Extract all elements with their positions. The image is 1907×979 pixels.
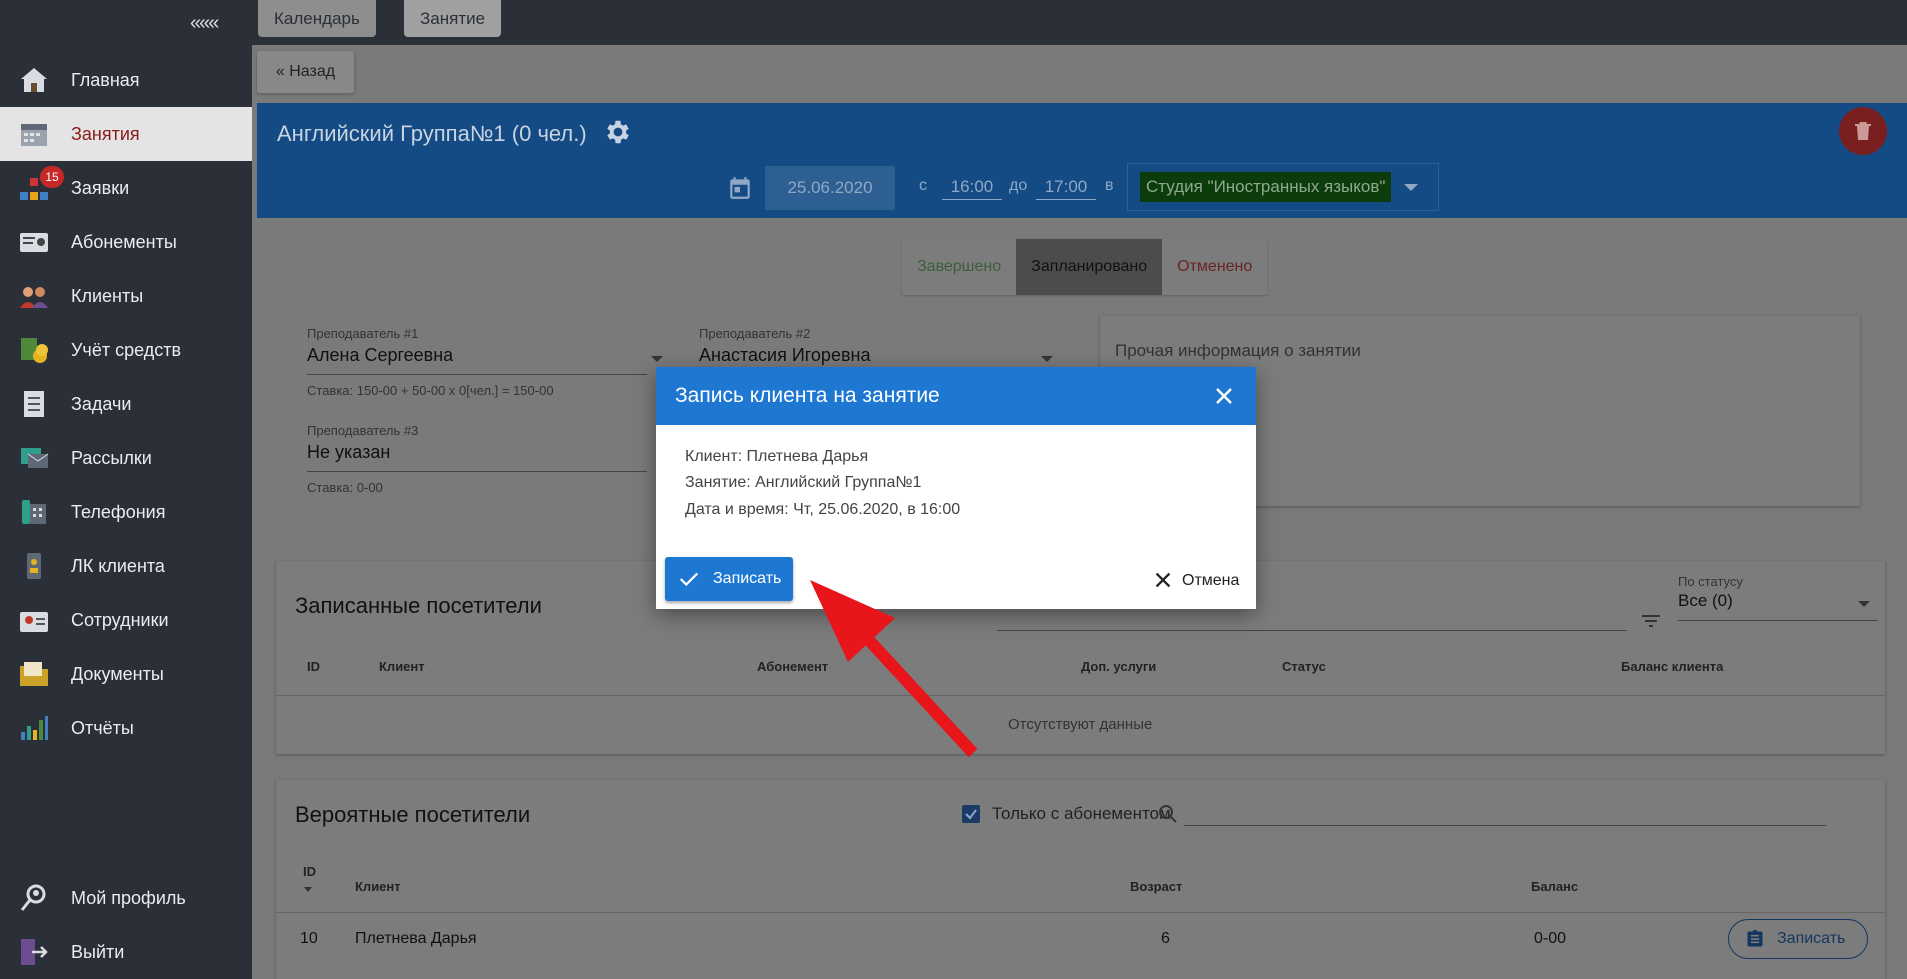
confirm-enroll-button[interactable]: Записать — [665, 557, 793, 601]
tasks-icon — [24, 391, 44, 417]
time-from-field[interactable]: 16:00 — [942, 177, 1002, 200]
column-header[interactable]: Клиент — [379, 659, 425, 674]
sidebar: ««« Главная Занятия 15 Заявки Абонементы… — [0, 0, 252, 979]
chevron-down-icon — [1858, 601, 1870, 607]
status-done-button[interactable]: Завершено — [902, 239, 1016, 295]
clients-icon — [20, 287, 48, 308]
back-button[interactable]: « Назад — [257, 51, 354, 93]
sidebar-item-lessons[interactable]: Занятия — [0, 107, 252, 161]
documents-icon — [20, 662, 48, 686]
sort-down-icon[interactable] — [304, 887, 312, 892]
close-icon — [1155, 572, 1171, 588]
dialog-header: Запись клиента на занятие — [656, 367, 1256, 425]
phone-icon — [22, 500, 46, 524]
trash-icon — [1855, 122, 1871, 140]
column-header[interactable]: Клиент — [355, 879, 401, 894]
money-icon — [21, 338, 48, 363]
clipboard-icon — [1747, 929, 1763, 947]
sidebar-item-documents[interactable]: Документы — [0, 647, 252, 701]
collapse-sidebar-button[interactable]: ««« — [190, 12, 219, 35]
enroll-client-dialog: Запись клиента на занятие Клиент: Плетне… — [656, 367, 1256, 609]
profile-icon — [20, 884, 46, 911]
calendar-icon — [730, 177, 750, 199]
requests-count-badge: 15 — [40, 166, 64, 188]
column-header[interactable]: Абонемент — [757, 659, 828, 674]
column-header[interactable]: Баланс клиента — [1621, 659, 1723, 674]
column-header[interactable]: Баланс — [1531, 879, 1578, 894]
calendar-icon — [21, 124, 47, 146]
filter-icon[interactable] — [1639, 609, 1663, 633]
checkmark-icon — [679, 572, 699, 587]
sidebar-item-finance[interactable]: Учёт средств — [0, 323, 252, 377]
only-with-subscription-label: Только с абонементом — [992, 804, 1171, 823]
sidebar-item-logout[interactable]: Выйти — [0, 925, 252, 979]
logout-icon — [21, 939, 48, 965]
dialog-title: Запись клиента на занятие — [675, 384, 940, 407]
search-input[interactable] — [997, 630, 1627, 631]
sidebar-item-telephony[interactable]: Телефония — [0, 485, 252, 539]
top-bar: Календарь Занятие — [252, 0, 1907, 45]
date-field[interactable]: 25.06.2020 — [765, 166, 895, 210]
cancel-button[interactable]: Отмена — [1146, 563, 1246, 597]
delete-lesson-button[interactable] — [1839, 107, 1887, 155]
studio-value: Студия "Иностранных языков" — [1140, 172, 1392, 202]
registered-visitors-title: Записанные посетители — [295, 593, 542, 618]
sidebar-item-clients[interactable]: Клиенты — [0, 269, 252, 323]
sidebar-item-subscriptions[interactable]: Абонементы — [0, 215, 252, 269]
breadcrumb-lesson: Занятие — [404, 0, 502, 37]
sidebar-item-my-profile[interactable]: Мой профиль — [0, 871, 252, 925]
lesson-header: Английский Группа№1 (0 чел.) 25.06.2020 … — [257, 103, 1907, 218]
home-icon — [21, 68, 47, 92]
probable-visitors-title: Вероятные посетители — [295, 802, 531, 827]
search-input[interactable] — [1184, 825, 1826, 826]
studio-select[interactable]: Студия "Иностранных языков" — [1127, 163, 1439, 211]
sidebar-item-client-account[interactable]: ЛК клиента — [0, 539, 252, 593]
staff-icon — [20, 612, 48, 632]
chevron-down-icon — [1041, 356, 1053, 362]
sidebar-item-staff[interactable]: Сотрудники — [0, 593, 252, 647]
subscription-card-icon — [20, 233, 48, 252]
from-label: с — [919, 177, 927, 194]
dialog-datetime-line: Дата и время: Чт, 25.06.2020, в 16:00 — [685, 501, 961, 518]
only-with-subscription-checkbox[interactable] — [962, 805, 980, 823]
reports-icon — [21, 716, 48, 740]
status-planned-button[interactable]: Запланировано — [1016, 239, 1163, 295]
in-label: в — [1105, 177, 1114, 194]
column-header[interactable]: ID — [307, 659, 320, 674]
search-icon — [1159, 805, 1177, 823]
divider — [276, 912, 1885, 913]
teacher-1-select[interactable]: Преподаватель #1 Алена Сергеевна Ставка:… — [307, 326, 647, 398]
status-toggle: Завершено Запланировано Отменено — [902, 239, 1268, 295]
to-label: до — [1009, 177, 1028, 194]
column-header[interactable]: Возраст — [1130, 879, 1182, 894]
close-icon[interactable] — [1212, 384, 1236, 408]
column-header[interactable]: ID — [303, 864, 316, 879]
column-header[interactable]: Статус — [1282, 659, 1326, 674]
empty-table-message: Отсутствуют данные — [1008, 716, 1153, 733]
sidebar-item-reports[interactable]: Отчёты — [0, 701, 252, 755]
gear-icon[interactable] — [603, 117, 633, 147]
chevron-down-icon — [651, 356, 663, 362]
client-account-icon — [27, 553, 41, 579]
time-to-field[interactable]: 17:00 — [1036, 177, 1096, 200]
breadcrumb-calendar[interactable]: Календарь — [258, 0, 376, 37]
enroll-row-button[interactable]: Записать — [1728, 919, 1868, 959]
status-filter-select[interactable]: Все (0) — [1678, 591, 1878, 621]
divider — [276, 695, 1885, 696]
sidebar-item-requests[interactable]: 15 Заявки — [0, 161, 252, 215]
lesson-title: Английский Группа№1 (0 чел.) — [277, 121, 587, 146]
chevron-down-icon — [1404, 184, 1418, 191]
sidebar-item-home[interactable]: Главная — [0, 53, 252, 107]
teacher-3-select[interactable]: Преподаватель #3 Не указан Ставка: 0-00 — [307, 423, 647, 495]
status-cancelled-button[interactable]: Отменено — [1162, 239, 1267, 295]
dialog-lesson-line: Занятие: Английский Группа№1 — [685, 474, 922, 491]
probable-visitors-card: Вероятные посетители Только с абонементо… — [276, 780, 1885, 979]
checkmark-icon — [965, 809, 977, 820]
column-header[interactable]: Доп. услуги — [1081, 659, 1156, 674]
dialog-client-line: Клиент: Плетнева Дарья — [685, 448, 869, 465]
sidebar-item-mailings[interactable]: Рассылки — [0, 431, 252, 485]
status-filter-caption: По статусу — [1678, 574, 1743, 589]
sidebar-item-tasks[interactable]: Задачи — [0, 377, 252, 431]
mailing-icon — [21, 448, 49, 468]
